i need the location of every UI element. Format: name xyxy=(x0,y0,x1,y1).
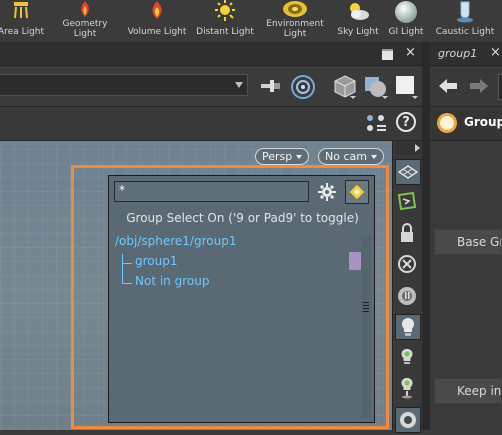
light-target-button[interactable] xyxy=(395,376,421,402)
remove-icon xyxy=(398,255,416,273)
tree-connector xyxy=(122,283,132,284)
close-pane-icon[interactable]: × xyxy=(405,45,416,60)
tree-item-not-in-group[interactable]: Not in group xyxy=(135,274,209,288)
geometry-light-label-line1: Geometry xyxy=(62,19,108,29)
group-select-toggle-button[interactable] xyxy=(345,180,369,204)
distant-light-icon xyxy=(215,0,235,21)
geometry-light-icon xyxy=(81,1,89,17)
node-type-label: Group xyxy=(464,115,502,129)
volume-light-label: Volume Light xyxy=(127,27,187,37)
environment-light-tool[interactable]: Environment Light xyxy=(264,0,326,39)
headlight-button[interactable] xyxy=(395,314,421,340)
distant-light-tool[interactable]: Distant Light xyxy=(195,0,255,37)
area-light-icon xyxy=(14,2,28,19)
scene-view-tab-bar: × xyxy=(0,43,422,66)
forward-arrow-icon[interactable] xyxy=(468,76,490,96)
grid-plane-icon xyxy=(397,165,419,179)
layout-options-icon[interactable] xyxy=(364,113,388,135)
ground-grid-button[interactable] xyxy=(395,159,421,185)
gear-icon[interactable] xyxy=(317,182,337,202)
remove-button[interactable] xyxy=(395,252,421,278)
gi-light-icon xyxy=(395,1,417,23)
area-light-label: Area Light xyxy=(0,27,45,37)
distant-light-label: Distant Light xyxy=(196,27,254,37)
parameter-toolbar xyxy=(430,66,502,107)
group-node-icon xyxy=(437,113,457,133)
background-options-icon[interactable] xyxy=(394,74,420,100)
construction-plane-icon xyxy=(397,191,417,211)
volume-light-icon xyxy=(152,1,162,19)
camera-menu-label: Persp xyxy=(262,150,293,163)
pin-icon[interactable] xyxy=(259,76,283,96)
environment-light-label-line1: Environment xyxy=(266,19,324,29)
parameter-pane: group1 × Group Base Gro Keep in B xyxy=(430,43,502,430)
shading-cube-icon[interactable] xyxy=(333,74,357,100)
side-toolbar-arrow[interactable] xyxy=(395,141,421,155)
light-options-button[interactable] xyxy=(395,346,421,372)
no-cam-menu-label: No cam xyxy=(325,150,367,163)
area-light-tool[interactable]: Area Light xyxy=(0,0,44,37)
lock-camera-button[interactable] xyxy=(395,221,421,247)
group-pattern-input[interactable]: * xyxy=(114,181,309,202)
keep-in-bounding-field[interactable]: Keep in B xyxy=(434,378,502,404)
chevron-down-icon xyxy=(370,155,377,159)
no-cam-menu-button[interactable]: No cam xyxy=(318,148,384,165)
light-shelf: Area Light Geometry Light Volume Light D… xyxy=(0,0,502,43)
viewer-toolbar xyxy=(0,66,422,107)
network-path-field-right[interactable] xyxy=(498,74,502,100)
tree-root-item[interactable]: /obj/sphere1/group1 xyxy=(115,234,236,248)
group-select-info: Group Select On ('9 or Pad9' to toggle) xyxy=(126,211,359,225)
light-target-icon xyxy=(401,377,413,399)
light-plus-icon xyxy=(401,348,413,364)
construction-plane-button[interactable] xyxy=(395,189,421,215)
path-dropdown-icon[interactable] xyxy=(235,82,243,88)
caustic-light-tool[interactable]: Caustic Light xyxy=(433,0,497,37)
tree-item-group1[interactable]: group1 xyxy=(135,254,178,268)
caustic-light-icon xyxy=(457,1,473,23)
sky-light-tool[interactable]: Sky Light xyxy=(336,0,380,37)
tree-connector xyxy=(122,263,132,264)
node-header: Group xyxy=(430,107,502,141)
sky-light-icon xyxy=(350,3,369,20)
back-arrow-icon[interactable] xyxy=(437,76,459,96)
chevron-right-icon xyxy=(415,144,420,152)
volume-light-tool[interactable]: Volume Light xyxy=(126,0,188,37)
gi-light-label: GI Light xyxy=(388,27,424,37)
tree-connector xyxy=(122,254,123,284)
group-select-panel: * Group Select On ('9 or Pad9' to toggle… xyxy=(108,175,375,423)
camera-menu-button[interactable]: Persp xyxy=(255,148,310,165)
maximize-pane-icon[interactable] xyxy=(382,49,393,60)
help-icon[interactable]: ? xyxy=(396,112,416,132)
tree-scrollbar[interactable] xyxy=(361,236,371,418)
environment-light-icon xyxy=(283,1,307,17)
geometry-light-label-line2: Light xyxy=(73,29,97,39)
sky-light-label: Sky Light xyxy=(337,27,379,37)
ghost-icon xyxy=(398,287,416,305)
viewer-secondary-toolbar: ? xyxy=(0,107,422,141)
chevron-down-icon xyxy=(296,155,303,159)
tab-group1[interactable]: group1 × xyxy=(430,43,502,66)
select-mode-icon xyxy=(348,183,366,201)
tab-label: group1 xyxy=(438,47,478,60)
pane-divider[interactable] xyxy=(422,43,430,430)
base-group-field[interactable]: Base Gro xyxy=(434,229,502,255)
sphere-display-icon xyxy=(400,412,416,428)
lightbulb-icon xyxy=(401,317,415,336)
group-color-swatch[interactable] xyxy=(349,252,361,270)
viewport-side-toolbar xyxy=(392,141,423,433)
environment-light-label-line2: Light xyxy=(283,29,307,39)
camera-link-icon[interactable] xyxy=(290,74,316,100)
network-path-field[interactable] xyxy=(0,74,248,96)
display-button[interactable] xyxy=(395,407,421,433)
caustic-light-label: Caustic Light xyxy=(435,27,495,37)
display-options-icon[interactable] xyxy=(362,74,390,100)
lock-icon xyxy=(401,223,413,242)
close-tab-icon[interactable]: × xyxy=(490,45,501,60)
ghost-button[interactable] xyxy=(395,283,421,309)
gi-light-tool[interactable]: GI Light xyxy=(388,0,424,37)
scroll-grip-icon[interactable] xyxy=(363,300,369,312)
geometry-light-tool[interactable]: Geometry Light xyxy=(61,0,109,39)
